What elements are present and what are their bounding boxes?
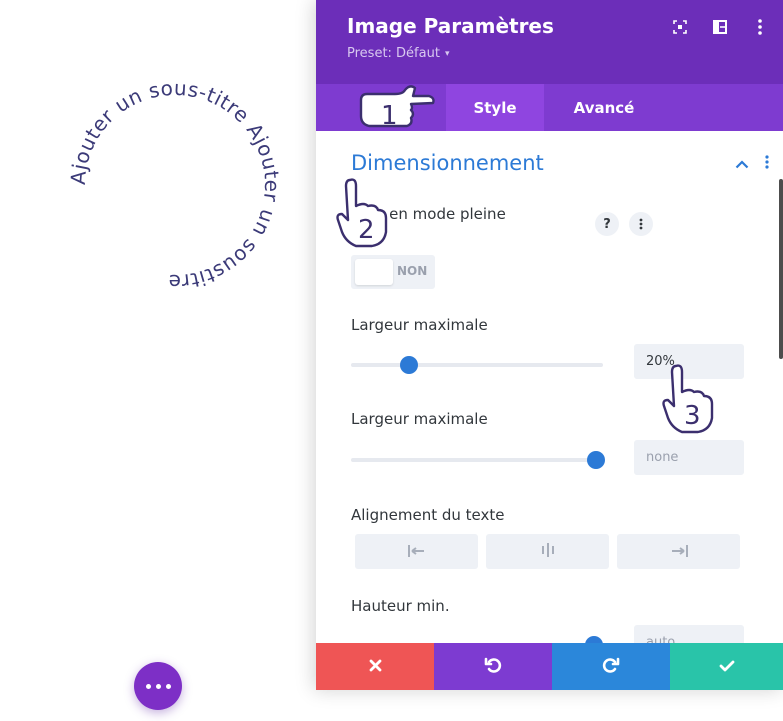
slider-thumb[interactable] bbox=[399, 356, 418, 374]
slider-thumb[interactable] bbox=[585, 636, 603, 643]
scrollbar[interactable] bbox=[779, 179, 783, 359]
min-height-label: Hauteur min. bbox=[351, 597, 450, 615]
svg-text:3: 3 bbox=[684, 401, 701, 431]
builder-canvas: Ajouter un sous-titre Ajouter un soustit… bbox=[0, 0, 783, 721]
dot bbox=[165, 683, 171, 689]
align-left-icon bbox=[407, 542, 427, 561]
max-width-slider-2[interactable] bbox=[351, 451, 605, 469]
dot bbox=[155, 683, 161, 689]
dot bbox=[145, 683, 151, 689]
undo-icon bbox=[484, 657, 502, 677]
caret-down-icon: ▾ bbox=[444, 48, 450, 59]
tab-advanced[interactable]: Avancé bbox=[544, 84, 664, 131]
align-center-button[interactable] bbox=[486, 534, 609, 569]
toggle-label: NON bbox=[397, 264, 428, 278]
circular-subtitle-text: Ajouter un sous-titre Ajouter un soustit… bbox=[66, 76, 284, 294]
align-right-button[interactable] bbox=[617, 534, 740, 569]
min-height-input[interactable]: auto bbox=[634, 625, 744, 643]
more-options-button[interactable] bbox=[134, 662, 182, 710]
undo-button[interactable] bbox=[434, 643, 552, 690]
panel-header: Image Paramètres Preset: Défaut ▾ bbox=[316, 0, 783, 84]
chevron-up-icon[interactable] bbox=[735, 154, 749, 173]
panel-footer bbox=[316, 643, 783, 690]
align-center-icon bbox=[541, 542, 555, 561]
kebab-icon[interactable] bbox=[751, 18, 769, 36]
help-icon[interactable]: ? bbox=[595, 212, 619, 236]
section-header[interactable]: Dimensionnement bbox=[351, 151, 769, 175]
check-icon bbox=[719, 657, 735, 676]
max-width-slider[interactable] bbox=[351, 356, 603, 374]
save-button[interactable] bbox=[670, 643, 783, 690]
preset-selector[interactable]: Preset: Défaut ▾ bbox=[347, 46, 783, 61]
max-width-label-2: Largeur maximale bbox=[351, 410, 488, 428]
max-width-label: Largeur maximale bbox=[351, 316, 488, 334]
cancel-button[interactable] bbox=[316, 643, 434, 690]
kebab-icon[interactable] bbox=[629, 212, 653, 236]
pointing-hand-icon: 3 bbox=[662, 364, 714, 434]
section-title: Dimensionnement bbox=[351, 151, 544, 175]
field-tools: ? bbox=[595, 212, 653, 236]
toggle-knob bbox=[355, 259, 393, 285]
redo-button[interactable] bbox=[552, 643, 670, 690]
text-align-options bbox=[355, 534, 740, 569]
preset-label: Preset: Défaut bbox=[347, 46, 440, 61]
focus-icon[interactable] bbox=[671, 18, 689, 36]
close-icon bbox=[369, 657, 382, 676]
circular-subtitle[interactable]: Ajouter un sous-titre Ajouter un soustit… bbox=[60, 70, 290, 300]
kebab-icon[interactable] bbox=[765, 154, 769, 173]
header-icons bbox=[671, 18, 769, 36]
pointing-hand-icon: 1 bbox=[359, 85, 435, 131]
svg-text:2: 2 bbox=[358, 215, 375, 245]
full-width-toggle[interactable]: NON bbox=[351, 255, 435, 289]
pointing-hand-icon: 2 bbox=[336, 178, 388, 248]
text-align-label: Alignement du texte bbox=[351, 506, 505, 524]
redo-icon bbox=[602, 657, 620, 677]
columns-icon[interactable] bbox=[711, 18, 729, 36]
align-right-icon bbox=[669, 542, 689, 561]
max-width-input-2[interactable]: none bbox=[634, 440, 744, 475]
tab-style[interactable]: Style bbox=[446, 84, 544, 131]
slider-thumb[interactable] bbox=[587, 451, 605, 469]
align-left-button[interactable] bbox=[355, 534, 478, 569]
svg-text:1: 1 bbox=[381, 101, 398, 131]
